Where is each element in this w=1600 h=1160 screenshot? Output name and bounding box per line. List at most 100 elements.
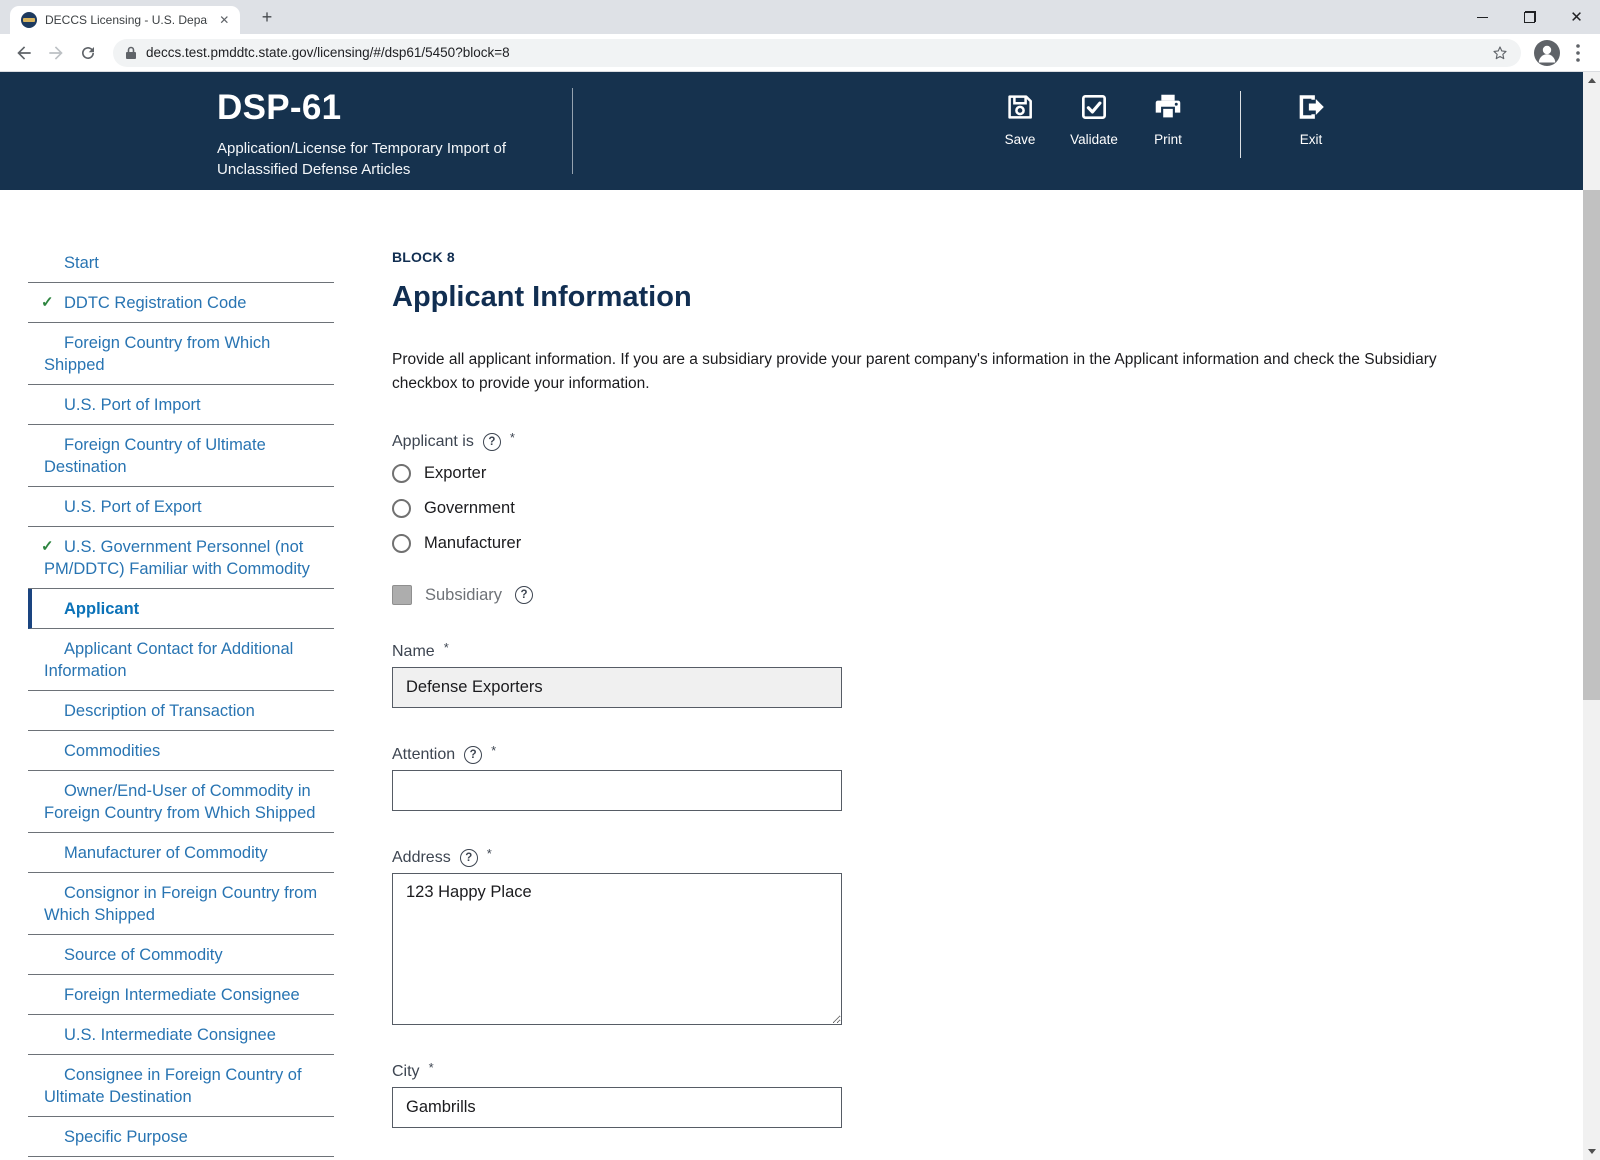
sidebar-item-label: Applicant xyxy=(64,600,139,618)
attention-group: Attention ? * xyxy=(392,745,1470,811)
sidebar-item-us-port-of-import[interactable]: U.S. Port of Import xyxy=(28,385,334,425)
exit-button[interactable]: Exit xyxy=(1274,91,1348,147)
radio-option-label: Government xyxy=(424,499,515,518)
scroll-up-icon xyxy=(1588,78,1596,83)
name-input[interactable] xyxy=(392,667,842,708)
name-label: Name xyxy=(392,643,435,661)
sidebar-item-commodities[interactable]: Commodities xyxy=(28,731,334,771)
minimize-icon xyxy=(1477,17,1488,18)
scroll-down-icon xyxy=(1588,1149,1596,1154)
sidebar-item-label: Owner/End-User of Commodity in Foreign C… xyxy=(44,782,315,822)
bookmark-star-button[interactable] xyxy=(1491,44,1509,62)
page-scrollbar[interactable] xyxy=(1583,72,1600,1160)
sidebar-item-us-port-of-export[interactable]: U.S. Port of Export xyxy=(28,487,334,527)
help-icon[interactable]: ? xyxy=(483,433,501,451)
sidebar-item-label: Applicant Contact for Additional Informa… xyxy=(44,640,293,680)
close-icon: ✕ xyxy=(1570,10,1583,25)
radio-option-government[interactable]: Government xyxy=(392,499,1470,518)
address-textarea[interactable]: 123 Happy Place xyxy=(392,873,842,1025)
sidebar-item-description-of-transaction[interactable]: Description of Transaction xyxy=(28,691,334,731)
url-bar[interactable]: deccs.test.pmddtc.state.gov/licensing/#/… xyxy=(113,39,1521,67)
help-icon[interactable]: ? xyxy=(460,849,478,867)
required-asterisk: * xyxy=(429,1060,434,1075)
save-icon xyxy=(1004,91,1036,126)
save-button[interactable]: Save xyxy=(983,91,1057,147)
help-icon[interactable]: ? xyxy=(515,586,533,604)
sidebar-item-specific-purpose[interactable]: Specific Purpose xyxy=(28,1117,334,1157)
scrollbar-thumb[interactable] xyxy=(1583,190,1600,700)
attention-input[interactable] xyxy=(392,770,842,811)
site-favicon xyxy=(21,12,37,28)
page-title: Applicant Information xyxy=(392,281,1470,314)
scroll-down-button[interactable] xyxy=(1583,1144,1600,1159)
window-close-button[interactable]: ✕ xyxy=(1553,0,1600,34)
tab-close-icon[interactable]: ✕ xyxy=(216,12,232,28)
block-label: BLOCK 8 xyxy=(392,249,1470,265)
radio-option-label: Exporter xyxy=(424,464,486,483)
browser-tab[interactable]: DECCS Licensing - U.S. Departme ✕ xyxy=(10,6,240,34)
new-tab-button[interactable]: + xyxy=(254,7,280,29)
sidebar-item-consignor-in-foreign-country[interactable]: Consignor in Foreign Country from Which … xyxy=(28,873,334,935)
sidebar-item-label: DDTC Registration Code xyxy=(64,294,246,312)
sidebar-item-label: U.S. Intermediate Consignee xyxy=(64,1026,276,1044)
sidebar-item-start[interactable]: Start xyxy=(28,243,334,283)
browser-menu-button[interactable] xyxy=(1565,38,1591,68)
scroll-up-button[interactable] xyxy=(1583,73,1600,88)
radio-option-manufacturer[interactable]: Manufacturer xyxy=(392,534,1470,553)
window-restore-button[interactable] xyxy=(1506,0,1553,34)
sidebar-item-ddtc-registration-code[interactable]: ✓ DDTC Registration Code xyxy=(28,283,334,323)
validate-label: Validate xyxy=(1070,132,1118,147)
required-asterisk: * xyxy=(510,430,515,445)
sidebar-item-us-government-personnel[interactable]: ✓ U.S. Government Personnel (not PM/DDTC… xyxy=(28,527,334,589)
print-button[interactable]: Print xyxy=(1131,91,1205,147)
sidebar-item-label: Specific Purpose xyxy=(64,1128,188,1146)
sidebar-item-consignee-in-foreign-country[interactable]: Consignee in Foreign Country of Ultimate… xyxy=(28,1055,334,1117)
required-asterisk: * xyxy=(487,846,492,861)
radio-icon[interactable] xyxy=(392,499,411,518)
sidebar-item-source-of-commodity[interactable]: Source of Commodity xyxy=(28,935,334,975)
url-text[interactable]: deccs.test.pmddtc.state.gov/licensing/#/… xyxy=(146,45,510,60)
form-code: DSP-61 xyxy=(217,88,341,128)
name-label-row: Name * xyxy=(392,642,1470,661)
city-input[interactable] xyxy=(392,1087,842,1128)
sidebar-item-us-intermediate-consignee[interactable]: U.S. Intermediate Consignee xyxy=(28,1015,334,1055)
back-button[interactable] xyxy=(9,38,39,68)
sidebar-item-owner-end-user[interactable]: Owner/End-User of Commodity in Foreign C… xyxy=(28,771,334,833)
sidebar-nav: Start ✓ DDTC Registration Code Foreign C… xyxy=(28,243,334,1160)
subsidiary-checkbox xyxy=(392,585,412,605)
window-minimize-button[interactable] xyxy=(1459,0,1506,34)
forward-button[interactable] xyxy=(41,38,71,68)
sidebar-item-label: U.S. Government Personnel (not PM/DDTC) … xyxy=(44,538,310,578)
sidebar-item-foreign-country-from-which-shipped[interactable]: Foreign Country from Which Shipped xyxy=(28,323,334,385)
applicant-is-label: Applicant is xyxy=(392,433,474,451)
header-divider-2 xyxy=(1240,91,1241,158)
help-icon[interactable]: ? xyxy=(464,746,482,764)
sidebar-item-manufacturer-of-commodity[interactable]: Manufacturer of Commodity xyxy=(28,833,334,873)
validate-button[interactable]: Validate xyxy=(1057,91,1131,147)
reload-button[interactable] xyxy=(73,38,103,68)
save-label: Save xyxy=(1005,132,1036,147)
three-dots-icon xyxy=(1576,44,1580,62)
sidebar-item-applicant[interactable]: Applicant xyxy=(28,589,334,629)
applicant-is-options: Exporter Government Manufacturer xyxy=(392,464,1470,553)
city-group: City * xyxy=(392,1062,1470,1128)
required-asterisk: * xyxy=(491,743,496,758)
address-label: Address xyxy=(392,849,451,867)
app-header: DSP-61 Application/License for Temporary… xyxy=(0,72,1583,190)
window-controls: ✕ xyxy=(1459,0,1600,34)
lock-icon xyxy=(125,46,137,60)
sidebar-item-label: Consignor in Foreign Country from Which … xyxy=(44,884,317,924)
radio-option-exporter[interactable]: Exporter xyxy=(392,464,1470,483)
sidebar-item-foreign-country-of-ultimate-destination[interactable]: Foreign Country of Ultimate Destination xyxy=(28,425,334,487)
tab-title: DECCS Licensing - U.S. Departme xyxy=(45,13,208,27)
reload-icon xyxy=(79,44,97,62)
main-content: BLOCK 8 Applicant Information Provide al… xyxy=(392,238,1470,1160)
sidebar-item-label: Start xyxy=(64,254,99,272)
sidebar-item-applicant-contact[interactable]: Applicant Contact for Additional Informa… xyxy=(28,629,334,691)
form-description: Application/License for Temporary Import… xyxy=(217,138,517,180)
sidebar-item-foreign-intermediate-consignee[interactable]: Foreign Intermediate Consignee xyxy=(28,975,334,1015)
radio-icon[interactable] xyxy=(392,534,411,553)
profile-button[interactable] xyxy=(1531,37,1563,69)
subsidiary-group: Subsidiary ? xyxy=(392,585,1470,605)
radio-icon[interactable] xyxy=(392,464,411,483)
